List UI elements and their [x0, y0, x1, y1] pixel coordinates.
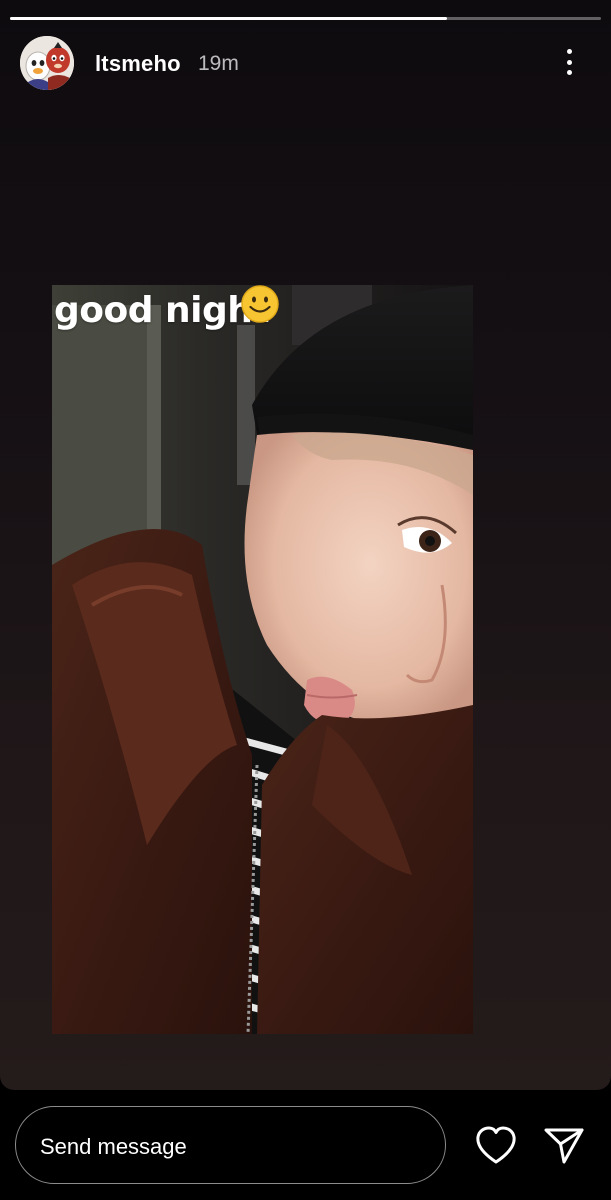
story-viewer: ltsmeho 19m good night Send message: [0, 0, 611, 1200]
send-message-placeholder: Send message: [40, 1134, 187, 1159]
cartoon-avatar-icon: [20, 36, 74, 90]
story-photo: [52, 285, 473, 1034]
story-canvas[interactable]: ltsmeho 19m good night: [0, 0, 611, 1090]
more-options-button[interactable]: [555, 44, 585, 80]
story-text-sticker: good night: [54, 290, 270, 331]
like-button[interactable]: [473, 1124, 519, 1168]
story-progress-fill: [10, 17, 448, 20]
heart-icon: [476, 1126, 516, 1164]
smiling-face-emoji-icon: [241, 285, 279, 323]
user-avatar[interactable]: [20, 36, 74, 90]
story-progress-bar: [10, 17, 601, 20]
username[interactable]: ltsmeho: [95, 51, 181, 77]
share-button[interactable]: [541, 1124, 587, 1168]
paper-plane-icon: [544, 1128, 584, 1164]
story-timestamp: 19m: [198, 52, 239, 75]
